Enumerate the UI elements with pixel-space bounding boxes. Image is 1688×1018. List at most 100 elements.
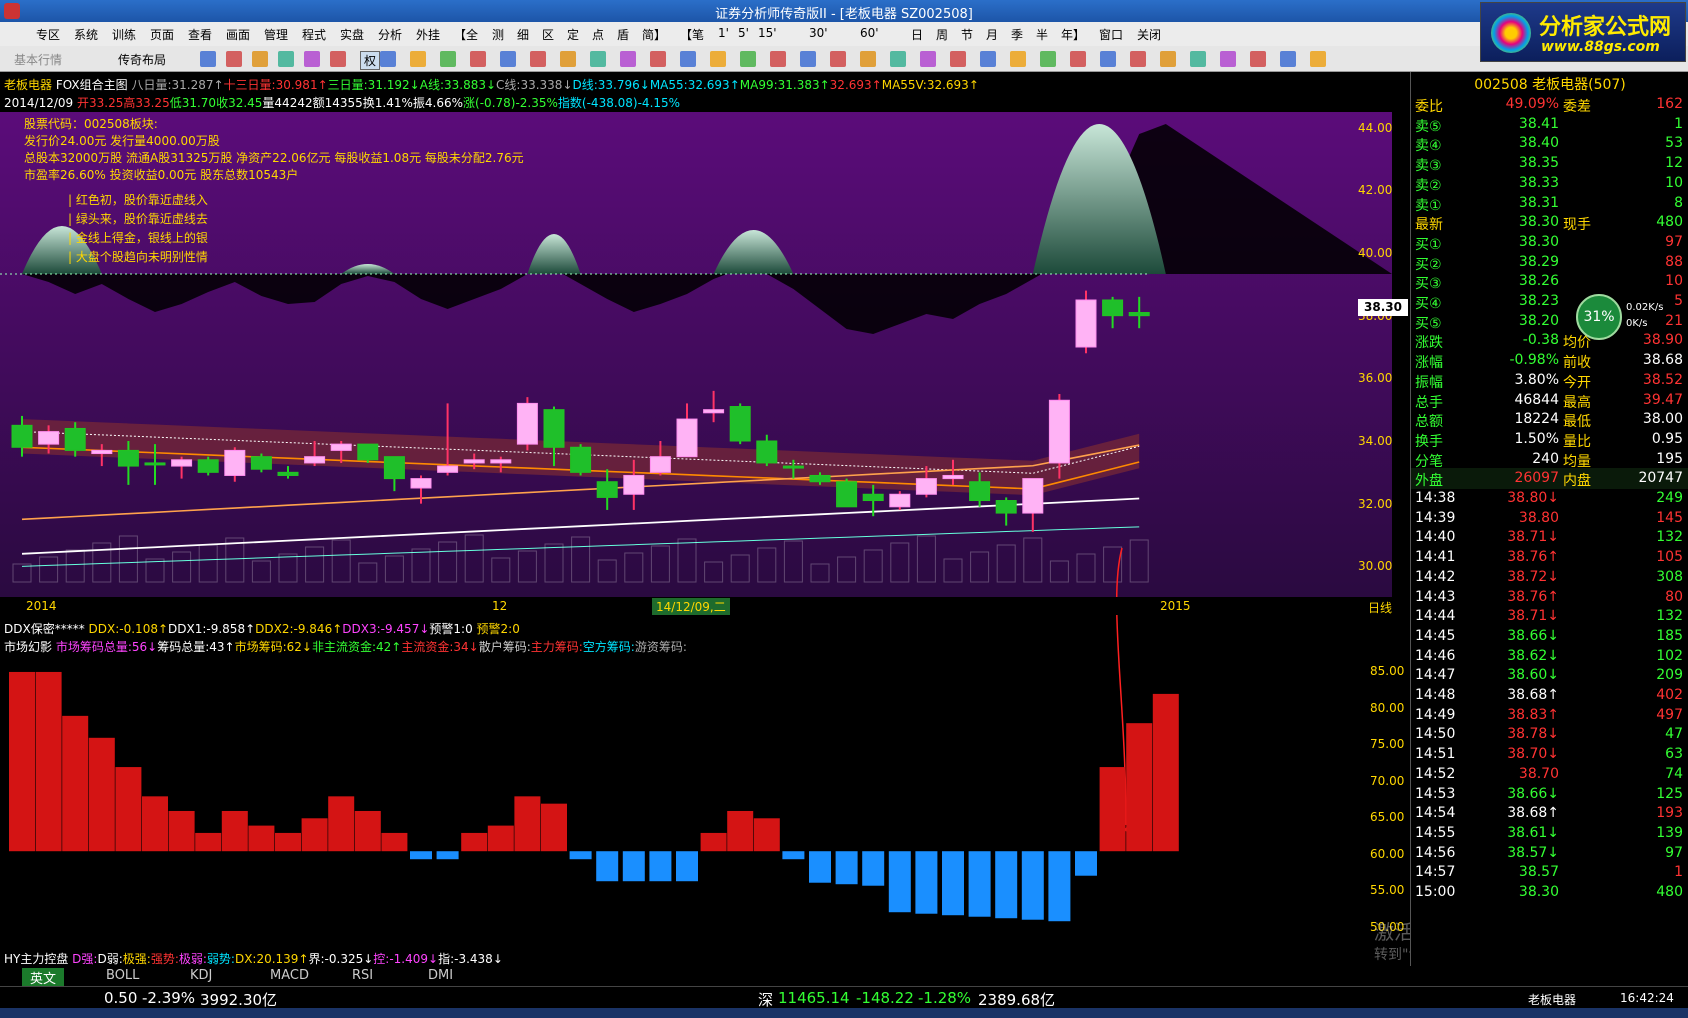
menu-item-3[interactable]: 页面	[150, 26, 174, 43]
toolbar-tool-icon[interactable]	[740, 51, 756, 67]
toolbar-tool-icon[interactable]	[470, 51, 486, 67]
toolbar-tool-icon[interactable]	[1100, 51, 1116, 67]
menu-item-29[interactable]: 季	[1011, 26, 1023, 43]
progress-badge[interactable]: 31%	[1576, 294, 1622, 340]
toolbar-tool-icon[interactable]	[304, 51, 320, 67]
toolbar-tool-icon[interactable]	[500, 51, 516, 67]
menu-item-23[interactable]: 30'	[809, 26, 828, 40]
menu-item-5[interactable]: 画面	[226, 26, 250, 43]
menu-item-26[interactable]: 周	[936, 26, 948, 43]
menu-item-9[interactable]: 分析	[378, 26, 402, 43]
menu-item-17[interactable]: 盾	[617, 26, 629, 43]
toolbar-tool-icon[interactable]	[1130, 51, 1146, 67]
toolbar-tool-icon[interactable]	[680, 51, 696, 67]
menu-item-15[interactable]: 定	[567, 26, 579, 43]
toolbar-tool-icon[interactable]	[410, 51, 426, 67]
menu-item-21[interactable]: 5'	[738, 26, 749, 40]
bid-price: 38.30	[1518, 233, 1559, 250]
menu-item-30[interactable]: 半	[1036, 26, 1048, 43]
toolbar-tool-icon[interactable]	[830, 51, 846, 67]
tick-row: 14:55 38.61↓ 139	[1411, 823, 1688, 844]
info1-item: 老板电器	[4, 78, 53, 92]
toolbar-tool-icon[interactable]	[980, 51, 996, 67]
toolbar-tool-icon[interactable]	[920, 51, 936, 67]
toolbar-tool-icon[interactable]	[278, 51, 294, 67]
tab-rsi[interactable]: RSI	[352, 968, 373, 983]
tick-time: 14:40	[1415, 529, 1456, 546]
toolbar-tool-icon[interactable]	[1160, 51, 1176, 67]
toolbar-tool-icon[interactable]	[380, 51, 396, 67]
toolbar-tool-icon[interactable]	[1010, 51, 1026, 67]
toolbar-tool-icon[interactable]	[330, 51, 346, 67]
toolbar-tool-icon[interactable]	[620, 51, 636, 67]
toolbar-tool-icon[interactable]	[440, 51, 456, 67]
toolbar-tool-icon[interactable]	[1280, 51, 1296, 67]
menu-item-11[interactable]: 【全	[454, 26, 478, 43]
toolbar-tool-icon[interactable]	[950, 51, 966, 67]
menu-item-33[interactable]: 关闭	[1137, 26, 1161, 43]
basic-quote-button[interactable]: 基本行情	[14, 51, 62, 68]
toolbar-tool-icon[interactable]	[1220, 51, 1236, 67]
main-chart[interactable]	[0, 112, 1392, 832]
menu-item-16[interactable]: 点	[592, 26, 604, 43]
toolbar-tool-icon[interactable]	[650, 51, 666, 67]
lower-axis-tick: 75.00	[1370, 737, 1405, 752]
menu-item-4[interactable]: 查看	[188, 26, 212, 43]
toolbar-tool-icon[interactable]	[1250, 51, 1266, 67]
menu-item-12[interactable]: 测	[492, 26, 504, 43]
menu-item-19[interactable]: 【笔	[680, 26, 704, 43]
menu-item-31[interactable]: 年】	[1061, 26, 1085, 43]
menu-item-6[interactable]: 管理	[264, 26, 288, 43]
menu-item-10[interactable]: 外挂	[416, 26, 440, 43]
menu-item-0[interactable]: 专区	[36, 26, 60, 43]
toolbar-tool-icon[interactable]	[590, 51, 606, 67]
ma-white-line	[21, 497, 1140, 555]
menu-item-27[interactable]: 节	[961, 26, 973, 43]
last-price: 38.30	[1518, 214, 1559, 231]
tab-dmi[interactable]: DMI	[428, 968, 453, 983]
status-stock-name[interactable]: 老板电器	[1528, 991, 1576, 1008]
tab-macd[interactable]: MACD	[270, 968, 309, 983]
menu-item-32[interactable]: 窗口	[1099, 26, 1123, 43]
tab-kdj[interactable]: KDJ	[190, 968, 212, 983]
toolbar-tool-icon[interactable]	[560, 51, 576, 67]
menu-item-1[interactable]: 系统	[74, 26, 98, 43]
toolbar-tool-icon[interactable]	[1040, 51, 1056, 67]
period-label[interactable]: 日线	[1368, 599, 1392, 616]
lower-chart[interactable]	[0, 650, 1392, 950]
toolbar-tool-icon[interactable]	[770, 51, 786, 67]
toolbar-tool-icon[interactable]	[252, 51, 268, 67]
red-bar	[487, 825, 514, 852]
toolbar-tool-icon[interactable]	[890, 51, 906, 67]
volume-bar	[916, 535, 936, 583]
bid-volume: 10	[1665, 273, 1683, 290]
toolbar-tool-icon[interactable]	[530, 51, 546, 67]
menu-item-25[interactable]: 日	[911, 26, 923, 43]
menu-item-22[interactable]: 15'	[758, 26, 777, 40]
menu-item-18[interactable]: 简】	[642, 26, 666, 43]
toolbar-tool-icon[interactable]	[800, 51, 816, 67]
menu-item-8[interactable]: 实盘	[340, 26, 364, 43]
layout-button[interactable]: 传奇布局	[118, 51, 166, 68]
tick-row: 14:52 38.70 74	[1411, 764, 1688, 785]
menu-item-7[interactable]: 程式	[302, 26, 326, 43]
toolbar-tool-icon[interactable]	[200, 51, 216, 67]
toolbar-tool-icon[interactable]	[1070, 51, 1086, 67]
blue-bar	[968, 851, 991, 917]
menu-item-28[interactable]: 月	[986, 26, 998, 43]
tab-boll[interactable]: BOLL	[106, 968, 139, 983]
rights-button[interactable]: 权	[360, 51, 381, 70]
menu-item-20[interactable]: 1'	[718, 26, 729, 40]
toolbar-tool-icon[interactable]	[710, 51, 726, 67]
toolbar-tool-icon[interactable]	[1310, 51, 1326, 67]
menu-item-2[interactable]: 训练	[112, 26, 136, 43]
menu-item-13[interactable]: 细	[517, 26, 529, 43]
toolbar-tool-icon[interactable]	[226, 51, 242, 67]
menu-item-24[interactable]: 60'	[860, 26, 879, 40]
menu-item-14[interactable]: 区	[542, 26, 554, 43]
toolbar-tool-icon[interactable]	[860, 51, 876, 67]
stat-row: 涨跌 -0.38 均价 38.90	[1411, 330, 1688, 351]
toolbar-tool-icon[interactable]	[1190, 51, 1206, 67]
tab-lang[interactable]: 英文	[22, 968, 65, 987]
blue-bar	[835, 851, 858, 885]
